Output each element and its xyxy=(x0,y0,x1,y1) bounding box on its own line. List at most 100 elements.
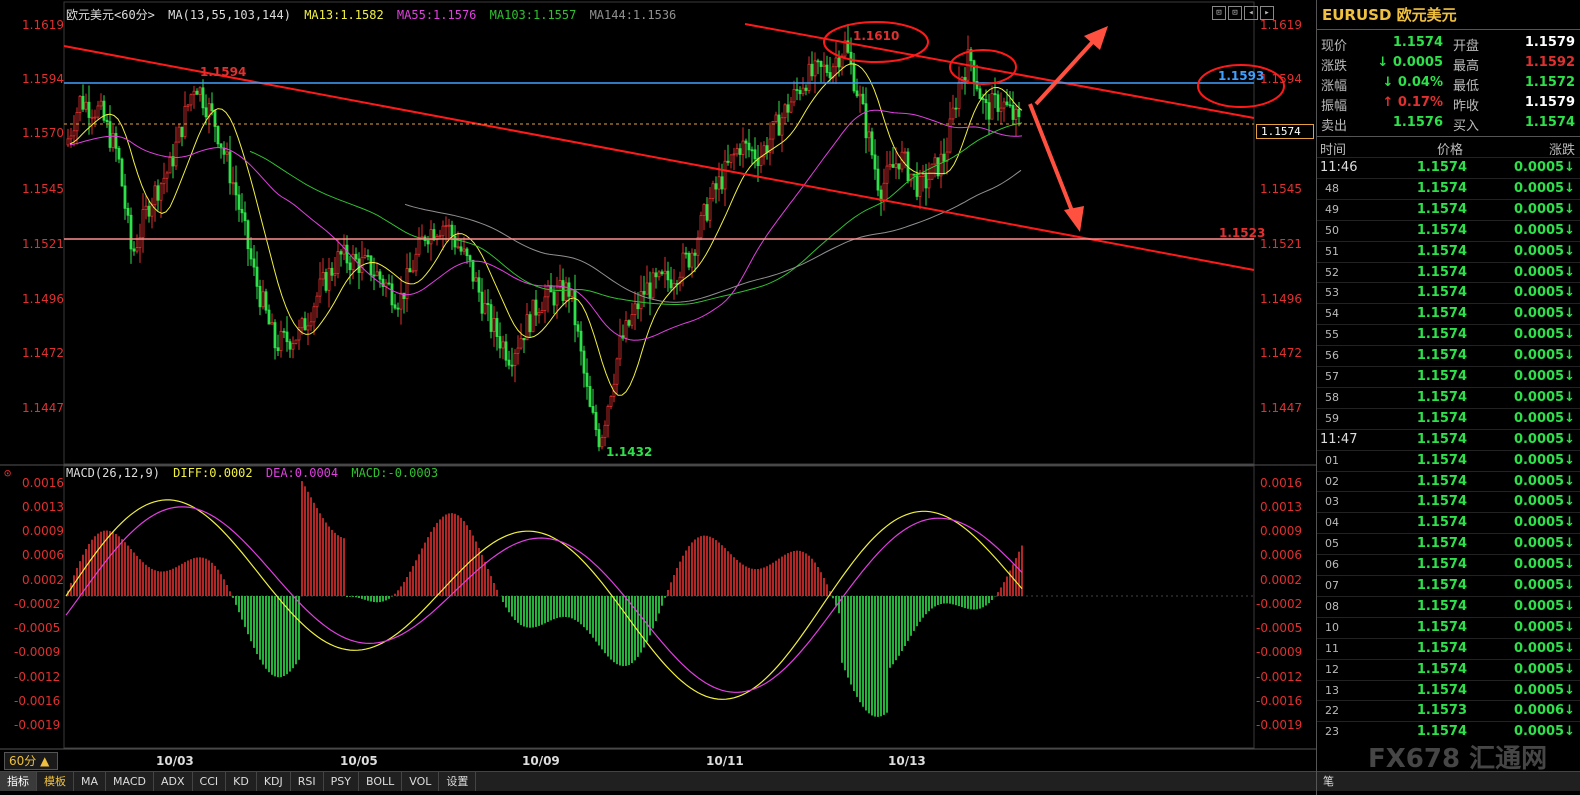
candle-body xyxy=(81,95,85,110)
tick-row: 58 1.1574 0.0005↓ xyxy=(1317,386,1580,408)
tick-row: 04 1.1574 0.0005↓ xyxy=(1317,512,1580,533)
tick-change: 0.0005↓ xyxy=(1513,180,1575,196)
candle-body xyxy=(951,107,955,120)
candle-body xyxy=(684,252,688,255)
candle-body xyxy=(870,131,874,156)
tab-settings[interactable]: 设置 xyxy=(439,772,477,791)
tab-psy[interactable]: PSY xyxy=(324,772,359,791)
macd-tick: -0.0005 xyxy=(14,621,61,635)
tab-boll[interactable]: BOLL xyxy=(359,772,403,791)
candle-body xyxy=(996,94,1000,112)
candle-body xyxy=(714,183,718,190)
candle-body xyxy=(324,272,328,291)
candle-body xyxy=(111,133,115,148)
macd-tick: 0.0013 xyxy=(1260,500,1302,514)
candle-body xyxy=(216,126,220,145)
candle-body xyxy=(804,87,808,91)
candle-body xyxy=(222,147,226,155)
candle-body xyxy=(912,173,916,176)
tick-row: 05 1.1574 0.0005↓ xyxy=(1317,533,1580,554)
tick-row: 59 1.1574 0.0005↓ xyxy=(1317,407,1580,429)
candle-body xyxy=(255,266,259,287)
tick-price: 1.1574 xyxy=(1416,410,1467,426)
candle-body xyxy=(867,131,871,139)
quote-label: 开盘 xyxy=(1453,39,1480,54)
tab-kdj[interactable]: KDJ xyxy=(257,772,291,791)
candle-body xyxy=(240,208,244,214)
candle-body xyxy=(228,151,232,184)
candle-body xyxy=(333,272,337,276)
quote-row: 现价 1.1574 开盘 1.1579 xyxy=(1317,33,1580,54)
candle-body xyxy=(504,341,508,361)
tick-time: 53 xyxy=(1325,286,1339,300)
candle-body xyxy=(744,140,748,144)
tick-price: 1.1574 xyxy=(1416,473,1467,489)
ma144-label: MA144:1.1536 xyxy=(589,8,677,22)
tab-adx[interactable]: ADX xyxy=(154,772,193,791)
candle-body xyxy=(390,283,394,306)
candle-body xyxy=(888,164,892,167)
candle-body xyxy=(972,60,976,82)
tick-price: 1.1574 xyxy=(1416,264,1467,280)
restore-icon[interactable]: ⊡ xyxy=(1212,6,1226,20)
tab-vol[interactable]: VOL xyxy=(402,772,440,791)
candle-body xyxy=(573,289,577,326)
candle-body xyxy=(258,285,262,308)
tick-price: 1.1574 xyxy=(1416,494,1467,510)
level-label-1593: 1.1593 xyxy=(1218,69,1264,83)
tab-cci[interactable]: CCI xyxy=(193,772,227,791)
tab-ma[interactable]: MA xyxy=(74,772,107,791)
ma103-label: MA103:1.1557 xyxy=(489,8,577,22)
candle-body xyxy=(576,324,580,332)
candle-body xyxy=(315,295,319,308)
tab-indicators[interactable]: 指标 xyxy=(0,772,37,791)
candle-body xyxy=(624,320,628,339)
candle-body xyxy=(279,330,283,352)
tab-templates[interactable]: 模板 xyxy=(37,772,74,791)
ma55-label: MA55:1.1576 xyxy=(396,8,477,22)
candle-body xyxy=(465,248,469,257)
tick-price: 1.1574 xyxy=(1416,557,1467,573)
price-tick: 1.1472 xyxy=(22,346,64,360)
price-tick: 1.1545 xyxy=(1260,182,1302,196)
pen-button[interactable]: 笔 xyxy=(1323,773,1334,789)
tab-rsi[interactable]: RSI xyxy=(291,772,324,791)
quote-panel: EURUSD 欧元美元 现价 1.1574 开盘 1.1579 涨跌 ↓ 0.0005 最高… xyxy=(1316,0,1580,795)
candle-body xyxy=(177,126,181,143)
scroll-left-icon[interactable]: ◂ xyxy=(1244,6,1258,20)
tab-macd[interactable]: MACD xyxy=(106,772,154,791)
tick-price: 1.1574 xyxy=(1416,180,1467,196)
macd-tick: -0.0002 xyxy=(1256,597,1303,611)
candle-body xyxy=(666,270,670,281)
candle-body xyxy=(420,236,424,239)
candle-body xyxy=(318,278,322,297)
candle-body xyxy=(243,212,247,222)
candle-body xyxy=(630,314,634,326)
macd-tick: -0.0005 xyxy=(1256,621,1303,635)
candle-body xyxy=(96,105,100,118)
candle-body xyxy=(948,118,952,153)
maximize-icon[interactable]: ⊡ xyxy=(1228,6,1242,20)
tick-price: 1.1574 xyxy=(1416,285,1467,301)
candle-body xyxy=(114,133,118,149)
candle-body xyxy=(690,252,694,268)
candle-body xyxy=(237,194,241,210)
tick-change: 0.0005↓ xyxy=(1513,201,1575,217)
tick-change: 0.0005↓ xyxy=(1513,389,1575,405)
candle-body xyxy=(606,405,610,426)
candle-body xyxy=(414,253,418,272)
candle-body xyxy=(510,364,514,367)
header-change: 涨跌 xyxy=(1548,143,1575,158)
candle-body xyxy=(291,343,295,350)
macd-params: MACD(26,12,9) xyxy=(66,466,160,480)
tick-row: 12 1.1574 0.0005↓ xyxy=(1317,658,1580,680)
current-price-tag: 1.1574 xyxy=(1256,124,1314,139)
candle-body xyxy=(429,229,433,245)
candle-body xyxy=(687,252,691,268)
candle-body xyxy=(711,183,715,199)
chart-canvas[interactable]: 1.1594 1.1610 1.1593 1.1523 1.1432 ⊙ xyxy=(0,0,1316,795)
period-selector[interactable]: 60分 ▲ xyxy=(4,752,58,770)
macd-settings-icon: ⊙ xyxy=(4,466,11,480)
candle-body xyxy=(453,235,457,248)
tab-kd[interactable]: KD xyxy=(226,772,257,791)
